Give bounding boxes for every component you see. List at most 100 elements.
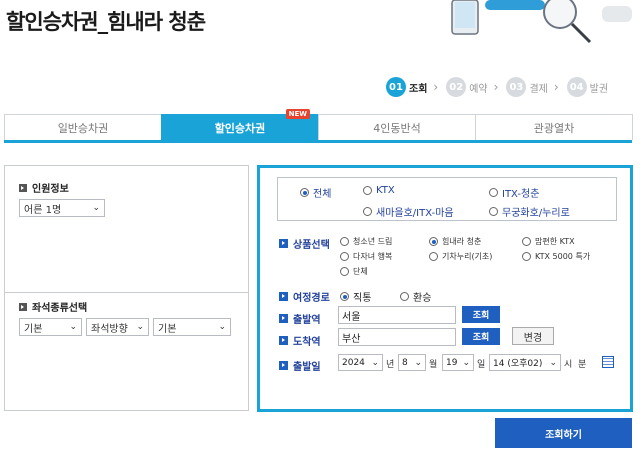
- step-reserve: 02 예약 ›: [446, 77, 498, 97]
- tab-label: 할인승차권: [214, 121, 266, 135]
- train-ktx-radio[interactable]: KTX: [363, 185, 395, 196]
- radio-dot: [400, 292, 409, 301]
- section-label: 인원정보: [32, 184, 69, 195]
- chevron-down-icon: ⌄: [69, 322, 77, 332]
- arrival-search-button[interactable]: 조회: [462, 328, 500, 345]
- step-ticketing: 04 발권: [566, 77, 609, 97]
- product-group-radio[interactable]: 단체: [340, 266, 368, 277]
- tab-label: 4인동반석: [373, 121, 421, 135]
- reservation-steps: 01 조회 › 02 예약 › 03 결제 › 04 발권: [386, 77, 616, 97]
- departure-station-input[interactable]: [338, 306, 456, 324]
- bullet-icon: [19, 302, 27, 311]
- hour-select[interactable]: 14 (오후02) ⌄: [489, 354, 561, 371]
- tab-label: 관광열차: [533, 121, 575, 135]
- train-itx-cheongchun-radio[interactable]: ITX-청춘: [489, 185, 539, 200]
- seat-type-title: 좌석종류선택: [19, 299, 87, 314]
- chevron-down-icon: ⌄: [371, 357, 379, 368]
- year-select[interactable]: 2024 ⌄: [338, 354, 383, 371]
- radio-label: 청소년 드림: [353, 237, 393, 246]
- step-number: 03: [506, 77, 527, 97]
- radio-label: 기차누리(기초): [442, 252, 493, 261]
- swap-stations-button[interactable]: 변경: [512, 327, 554, 345]
- radio-label: 직통: [353, 293, 372, 304]
- calendar-icon[interactable]: [602, 356, 614, 368]
- row-label-text: 상품선택: [293, 240, 330, 251]
- step-label: 결제: [529, 83, 548, 95]
- product-label: 상품선택: [279, 236, 330, 251]
- product-youth-dream-radio[interactable]: 청소년 드림: [340, 236, 392, 247]
- route-direct-radio[interactable]: 직통: [340, 289, 371, 304]
- train-all-radio[interactable]: 전체: [300, 185, 331, 200]
- tab-tour-train[interactable]: 관광열차: [475, 114, 633, 140]
- step-label: 발권: [589, 83, 609, 95]
- seat-direction-select[interactable]: 좌석방향 ⌄: [86, 318, 149, 336]
- departure-search-button[interactable]: 조회: [462, 306, 500, 323]
- step-label: 조회: [409, 83, 428, 95]
- phone-illustration-icon: [451, 0, 632, 44]
- section-label: 좌석종류선택: [32, 303, 88, 314]
- divider: [5, 292, 248, 293]
- radio-dot: [522, 252, 531, 261]
- radio-label: KTX: [376, 185, 395, 196]
- chevron-down-icon: ⌄: [414, 357, 422, 368]
- step-label: 예약: [469, 83, 488, 95]
- bullet-icon: [279, 361, 288, 370]
- tab-four-seat[interactable]: 4인동반석: [318, 114, 476, 140]
- radio-dot: [340, 267, 349, 276]
- chevron-down-icon: ⌄: [549, 357, 557, 368]
- select-value: 기본: [24, 323, 43, 335]
- date-label: 출발일: [279, 358, 321, 373]
- product-cheongchun-radio[interactable]: 힘내라 청춘: [429, 236, 481, 247]
- radio-dot: [300, 188, 309, 197]
- train-mugunghwa-radio[interactable]: 무궁화호/누리로: [489, 204, 570, 219]
- new-badge: NEW: [285, 109, 310, 119]
- month-select[interactable]: 8 ⌄: [398, 354, 426, 371]
- tab-discount-ticket[interactable]: 할인승차권 NEW: [161, 109, 319, 140]
- select-value: 좌석방향: [91, 323, 128, 335]
- month-unit: 월: [429, 360, 438, 370]
- ticket-tabs: 일반승차권 할인승차권 NEW 4인동반석 관광열차: [4, 109, 633, 143]
- train-type-box: 전체 KTX ITX-청춘 새마을호/ITX-마음 무궁화호/누리로: [277, 177, 617, 221]
- radio-dot: [429, 252, 438, 261]
- select-value: 8: [402, 357, 408, 368]
- day-select[interactable]: 19 ⌄: [442, 354, 474, 371]
- route-transfer-radio[interactable]: 환승: [400, 289, 431, 304]
- step-number: 02: [446, 77, 467, 97]
- minute-unit: 분: [578, 360, 587, 370]
- select-value: 2024: [342, 357, 365, 368]
- radio-label: 전체: [313, 189, 332, 200]
- radio-label: 맘편한 KTX: [535, 237, 575, 246]
- radio-label: 환승: [413, 293, 432, 304]
- page-title: 할인승차권_힘내라 청춘: [6, 10, 206, 34]
- seat-type-select[interactable]: 기본 ⌄: [19, 318, 82, 336]
- passenger-info-title: 인원정보: [19, 180, 69, 195]
- bullet-icon: [279, 292, 288, 301]
- passenger-count-select[interactable]: 어른 1명 ⌄: [19, 199, 105, 217]
- product-mom-ktx-radio[interactable]: 맘편한 KTX: [522, 236, 575, 247]
- tab-general-ticket[interactable]: 일반승차권: [4, 114, 162, 140]
- product-gichanuri-radio[interactable]: 기차누리(기초): [429, 251, 492, 262]
- passenger-panel: 인원정보 어른 1명 ⌄ 좌석종류선택 기본 ⌄ 좌석방향 ⌄ 기본 ⌄: [4, 165, 249, 411]
- search-submit-button[interactable]: 조회하기: [495, 418, 632, 448]
- radio-dot: [522, 237, 531, 246]
- seat-extra-select[interactable]: 기본 ⌄: [153, 318, 231, 336]
- bullet-icon: [19, 183, 27, 192]
- product-ktx5000-radio[interactable]: KTX 5000 특가: [522, 251, 590, 262]
- select-value: 기본: [158, 323, 177, 335]
- chevron-down-icon: ⌄: [218, 322, 226, 332]
- train-saemaeul-radio[interactable]: 새마을호/ITX-마음: [363, 204, 454, 219]
- row-label-text: 도착역: [293, 337, 321, 348]
- bullet-icon: [279, 239, 288, 248]
- radio-dot: [363, 186, 372, 195]
- step-number: 01: [386, 77, 406, 97]
- route-label: 여정경로: [279, 289, 330, 304]
- step-payment: 03 결제 ›: [506, 77, 559, 97]
- row-label-text: 출발역: [293, 315, 321, 326]
- product-multichild-radio[interactable]: 다자녀 행복: [340, 251, 392, 262]
- radio-label: 무궁화호/누리로: [502, 208, 570, 219]
- row-label-text: 출발일: [293, 362, 321, 373]
- radio-label: 단체: [353, 267, 368, 276]
- select-value: 19: [446, 357, 458, 368]
- arrival-station-input[interactable]: [338, 328, 456, 346]
- radio-label: 다자녀 행복: [353, 252, 393, 261]
